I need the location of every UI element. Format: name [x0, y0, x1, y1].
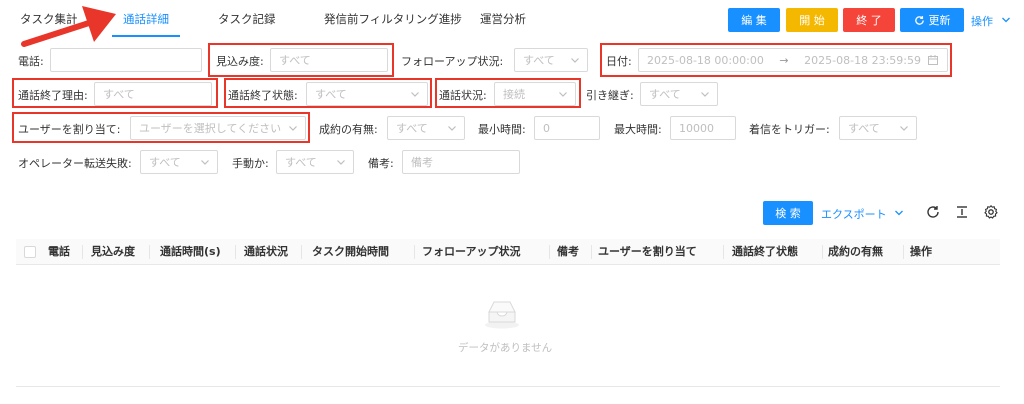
manual-label: 手動か: [232, 157, 269, 170]
edit-button[interactable]: 編 集 [728, 8, 780, 32]
trigger-label: 着信をトリガー: [749, 123, 830, 136]
annotation-box-end-reason [12, 78, 218, 108]
select-all-checkbox[interactable] [24, 246, 36, 258]
tab-task-record[interactable]: タスク記録 [218, 11, 276, 27]
trigger-select[interactable]: すべて [839, 116, 917, 140]
refresh-button[interactable]: 更新 [900, 8, 964, 32]
column-header-deal[interactable]: 成約の有無 [828, 239, 883, 265]
tab-bar: タスク集計 通話詳細 タスク記録 発信前フィルタリング進捗 運営分析 編 集 開… [0, 0, 1024, 38]
column-header-phone[interactable]: 電話 [48, 239, 70, 265]
empty-inbox-icon [485, 301, 519, 329]
annotation-box-end-status [224, 78, 432, 108]
chevron-down-icon [337, 160, 345, 165]
column-header-duration[interactable]: 通話時間(s) [160, 239, 221, 265]
deal-value: すべて [396, 122, 428, 135]
column-header-actions[interactable]: 操作 [910, 239, 932, 265]
column-divider [822, 245, 823, 259]
manual-value: すべて [285, 156, 317, 169]
tab-operation-analysis[interactable]: 運営分析 [480, 11, 526, 27]
column-divider [301, 245, 302, 259]
chevron-down-icon [701, 92, 709, 97]
followup-value: すべて [523, 54, 555, 67]
max-time-label: 最大時間: [614, 123, 662, 136]
column-divider [903, 245, 904, 259]
search-button[interactable]: 検 索 [763, 201, 813, 225]
handover-label: 引き継ぎ: [586, 89, 634, 102]
refresh-icon [914, 15, 924, 25]
operations-label: 操作 [971, 15, 993, 28]
min-time-label: 最小時間: [478, 123, 526, 136]
annotation-box-assign-user [12, 112, 310, 143]
manual-select[interactable]: すべて [276, 150, 354, 174]
min-time-value: 0 [543, 121, 550, 135]
column-divider [549, 245, 550, 259]
followup-label: フォローアップ状況: [401, 55, 504, 68]
handover-value: すべて [649, 88, 681, 101]
column-divider [414, 245, 415, 259]
column-divider [235, 245, 236, 259]
min-time-input[interactable]: 0 [534, 116, 600, 140]
column-height-icon[interactable] [954, 204, 970, 220]
trigger-value: すべて [848, 122, 880, 135]
annotation-box-call-status [435, 78, 581, 108]
column-divider [591, 245, 592, 259]
gear-icon[interactable] [983, 204, 999, 220]
column-divider [82, 245, 83, 259]
column-header-followup[interactable]: フォローアップ状況 [422, 239, 521, 265]
column-header-memo[interactable]: 備考 [557, 239, 579, 265]
annotation-box-prospect [208, 43, 394, 77]
memo-label: 備考: [368, 157, 394, 170]
chevron-down-icon [900, 126, 908, 131]
column-divider [723, 245, 724, 259]
chevron-down-icon [571, 58, 579, 63]
memo-placeholder: 備考 [411, 156, 433, 169]
empty-state-text: データがありません [458, 342, 553, 354]
export-dropdown[interactable]: エクスポート [821, 206, 904, 222]
annotation-arrow [21, 6, 116, 47]
end-button[interactable]: 終 了 [843, 8, 895, 32]
max-time-value: 10000 [679, 121, 714, 135]
chevron-down-icon [1001, 17, 1010, 23]
table-header: 電話 見込み度 通話時間(s) 通話状況 タスク開始時間 フォローアップ状況 備… [16, 239, 1000, 265]
followup-select[interactable]: すべて [514, 48, 588, 72]
column-header-prospect[interactable]: 見込み度 [91, 239, 135, 265]
transfer-fail-label: オペレーター転送失敗: [18, 157, 132, 170]
reload-icon[interactable] [925, 204, 941, 220]
operations-dropdown[interactable]: 操作 [971, 13, 1011, 29]
annotation-box-date [600, 43, 952, 77]
column-header-call-status[interactable]: 通話状況 [244, 239, 288, 265]
tab-prefilter-progress[interactable]: 発信前フィルタリング進捗 [324, 11, 462, 27]
handover-select[interactable]: すべて [640, 82, 718, 106]
deal-select[interactable]: すべて [387, 116, 465, 140]
column-divider [149, 245, 150, 259]
deal-label: 成約の有無: [319, 123, 378, 136]
column-header-end-status[interactable]: 通話終了状態 [732, 239, 798, 265]
transfer-fail-select[interactable]: すべて [140, 150, 218, 174]
refresh-label: 更新 [928, 14, 951, 27]
column-header-assign-user[interactable]: ユーザーを割り当て [598, 239, 697, 265]
memo-input[interactable]: 備考 [402, 150, 520, 174]
chevron-down-icon [895, 210, 904, 216]
export-label: エクスポート [821, 208, 887, 221]
chevron-down-icon [201, 160, 209, 165]
start-button[interactable]: 開 始 [786, 8, 838, 32]
max-time-input[interactable]: 10000 [670, 116, 736, 140]
column-header-task-start[interactable]: タスク開始時間 [312, 239, 389, 265]
chevron-down-icon [448, 126, 456, 131]
transfer-fail-value: すべて [149, 156, 181, 169]
